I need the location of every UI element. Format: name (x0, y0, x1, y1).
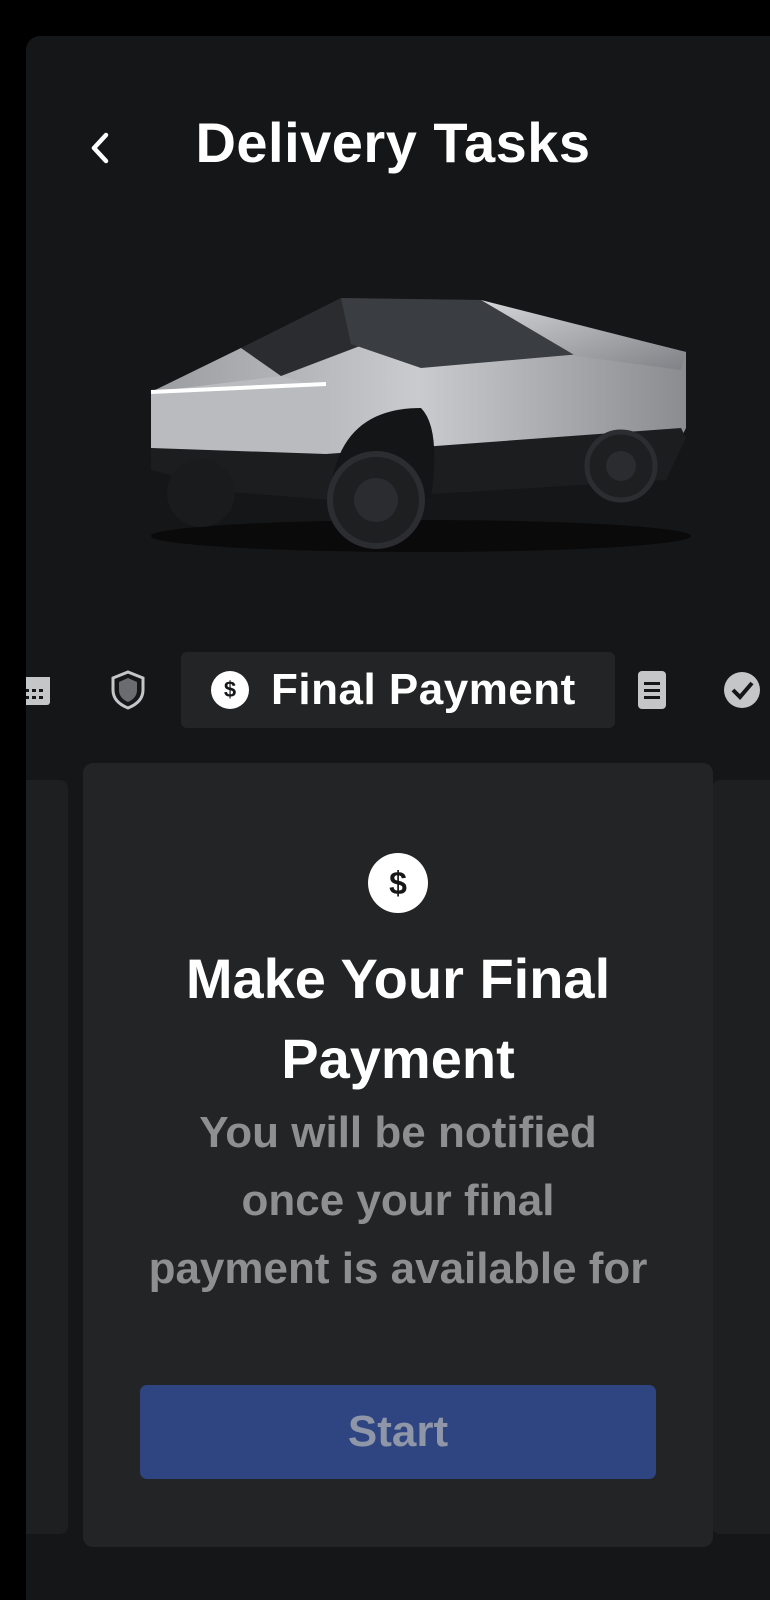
page-title: Delivery Tasks (195, 111, 591, 174)
document-icon[interactable] (632, 670, 672, 710)
previous-task-card[interactable] (26, 780, 68, 1534)
check-circle-icon[interactable] (722, 670, 762, 710)
tab-label: Final Payment (271, 665, 576, 714)
card-description: You will be notified once your final pay… (148, 1108, 648, 1293)
final-payment-card: $ Make Your Final Payment You will be no… (83, 763, 713, 1547)
cybertruck-image (150, 298, 691, 552)
dollar-icon: $ (211, 671, 249, 709)
delivery-tasks-panel: Delivery Tasks $ Final Payment $ Make Yo… (26, 36, 770, 1600)
shield-icon[interactable] (108, 670, 148, 710)
tab-final-payment[interactable]: $ Final Payment (181, 652, 615, 728)
task-tabs: $ Final Payment (26, 650, 770, 730)
start-button[interactable]: Start (140, 1385, 656, 1479)
card-title: Make Your Final Payment (185, 947, 611, 1090)
calendar-icon[interactable] (26, 670, 54, 710)
dollar-icon: $ (368, 853, 428, 913)
next-task-card[interactable] (712, 780, 770, 1534)
